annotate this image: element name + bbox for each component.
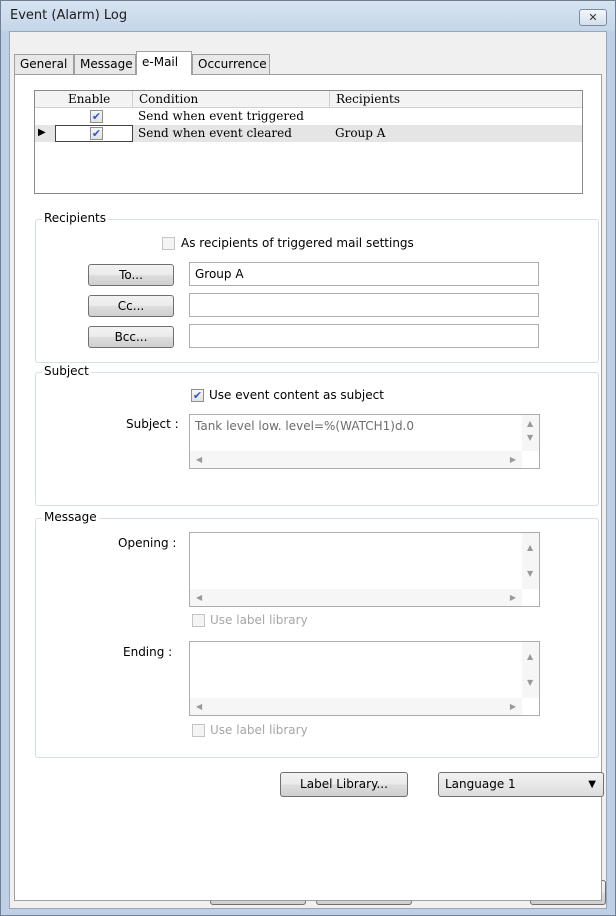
table-row[interactable]: ✔ Send when event triggered bbox=[35, 108, 582, 125]
event-log-dialog: Event (Alarm) Log ✕ General Message e-Ma… bbox=[0, 0, 616, 916]
subject-vertical-scrollbar[interactable]: ▲ ▼ bbox=[522, 415, 539, 451]
scroll-up-icon[interactable]: ▲ bbox=[527, 543, 533, 552]
use-event-content-label: Use event content as subject bbox=[209, 388, 384, 402]
header-enable: Enable bbox=[35, 91, 133, 108]
language-select[interactable]: Language 1 ▼ bbox=[438, 772, 604, 797]
tab-occurrence[interactable]: Occurrence bbox=[192, 54, 270, 74]
bcc-button[interactable]: Bcc... bbox=[88, 326, 174, 348]
mail-condition-table: Enable Condition Recipients ✔ Send when … bbox=[34, 90, 583, 194]
tab-email[interactable]: e-Mail bbox=[136, 51, 192, 75]
scroll-left-icon[interactable]: ◀ bbox=[196, 593, 202, 602]
to-field[interactable]: Group A bbox=[189, 262, 539, 286]
as-triggered-checkbox[interactable] bbox=[162, 237, 175, 250]
recipients-group-label: Recipients bbox=[42, 211, 109, 225]
subject-group: Subject ✔ Use event content as subject S… bbox=[35, 364, 599, 506]
subject-group-label: Subject bbox=[42, 364, 91, 378]
table-row[interactable]: ▶ ✔ Send when event cleared Group A bbox=[35, 125, 582, 142]
opening-label: Opening : bbox=[118, 536, 177, 550]
title-bar[interactable]: Event (Alarm) Log ✕ bbox=[1, 1, 615, 31]
tab-message[interactable]: Message bbox=[74, 54, 136, 74]
recipients-group: Recipients As recipients of triggered ma… bbox=[35, 211, 599, 363]
email-tab-page: Enable Condition Recipients ✔ Send when … bbox=[14, 74, 604, 901]
window-title: Event (Alarm) Log bbox=[10, 8, 128, 23]
ending-field[interactable]: ▲ ▼ ◀ ▶ bbox=[189, 641, 540, 716]
opening-vertical-scrollbar[interactable]: ▲ ▼ bbox=[522, 533, 539, 589]
table-header: Enable Condition Recipients bbox=[35, 91, 582, 108]
scroll-up-icon[interactable]: ▲ bbox=[527, 652, 533, 661]
message-group-label: Message bbox=[42, 510, 99, 524]
to-button[interactable]: To... bbox=[88, 264, 174, 286]
language-value: Language 1 bbox=[445, 777, 516, 791]
row-enable-checkbox[interactable]: ✔ bbox=[90, 127, 103, 140]
scroll-left-icon[interactable]: ◀ bbox=[196, 455, 202, 464]
use-label-library-label: Use label library bbox=[210, 723, 308, 737]
message-group: Message Opening : ▲ ▼ ◀ ▶ Use label libr… bbox=[35, 510, 599, 758]
chevron-down-icon: ▼ bbox=[588, 779, 596, 790]
tab-general[interactable]: General bbox=[14, 54, 74, 74]
row-condition: Send when event cleared bbox=[138, 126, 292, 140]
row-pointer-icon: ▶ bbox=[38, 127, 46, 138]
use-event-content-checkbox[interactable]: ✔ bbox=[191, 389, 204, 402]
scroll-right-icon[interactable]: ▶ bbox=[510, 593, 516, 602]
subject-field[interactable]: Tank level low. level=%(WATCH1)d.0 ▲ ▼ ◀… bbox=[189, 414, 540, 469]
row-enable-checkbox[interactable]: ✔ bbox=[90, 110, 103, 123]
use-label-library-checkbox[interactable] bbox=[192, 724, 205, 737]
use-label-library-checkbox[interactable] bbox=[192, 614, 205, 627]
as-triggered-label: As recipients of triggered mail settings bbox=[181, 236, 414, 250]
header-recipients: Recipients bbox=[336, 92, 401, 106]
dialog-client-area: General Message e-Mail Occurrence Enable… bbox=[9, 31, 607, 909]
cc-button[interactable]: Cc... bbox=[88, 295, 174, 317]
row-recipients: Group A bbox=[335, 126, 386, 140]
close-icon: ✕ bbox=[588, 11, 598, 24]
scroll-left-icon[interactable]: ◀ bbox=[196, 702, 202, 711]
subject-value: Tank level low. level=%(WATCH1)d.0 bbox=[195, 419, 415, 433]
ending-vertical-scrollbar[interactable]: ▲ ▼ bbox=[522, 642, 539, 698]
close-button[interactable]: ✕ bbox=[579, 9, 607, 26]
ending-horizontal-scrollbar[interactable]: ◀ ▶ bbox=[190, 698, 522, 715]
scroll-right-icon[interactable]: ▶ bbox=[510, 455, 516, 464]
scroll-down-icon[interactable]: ▼ bbox=[527, 433, 533, 442]
bcc-field[interactable] bbox=[189, 324, 539, 348]
label-library-button[interactable]: Label Library... bbox=[280, 772, 408, 797]
opening-horizontal-scrollbar[interactable]: ◀ ▶ bbox=[190, 589, 522, 606]
row-enable-cell[interactable]: ✔ bbox=[55, 125, 133, 142]
scroll-down-icon[interactable]: ▼ bbox=[527, 569, 533, 578]
use-label-library-label: Use label library bbox=[210, 613, 308, 627]
row-condition: Send when event triggered bbox=[138, 109, 304, 123]
subject-label: Subject : bbox=[126, 417, 179, 431]
ending-label: Ending : bbox=[123, 645, 173, 659]
subject-horizontal-scrollbar[interactable]: ◀ ▶ bbox=[190, 451, 522, 468]
scroll-right-icon[interactable]: ▶ bbox=[510, 702, 516, 711]
opening-field[interactable]: ▲ ▼ ◀ ▶ bbox=[189, 532, 540, 607]
header-condition: Condition bbox=[133, 91, 330, 108]
scroll-down-icon[interactable]: ▼ bbox=[527, 678, 533, 687]
cc-field[interactable] bbox=[189, 293, 539, 317]
scroll-up-icon[interactable]: ▲ bbox=[527, 419, 533, 428]
